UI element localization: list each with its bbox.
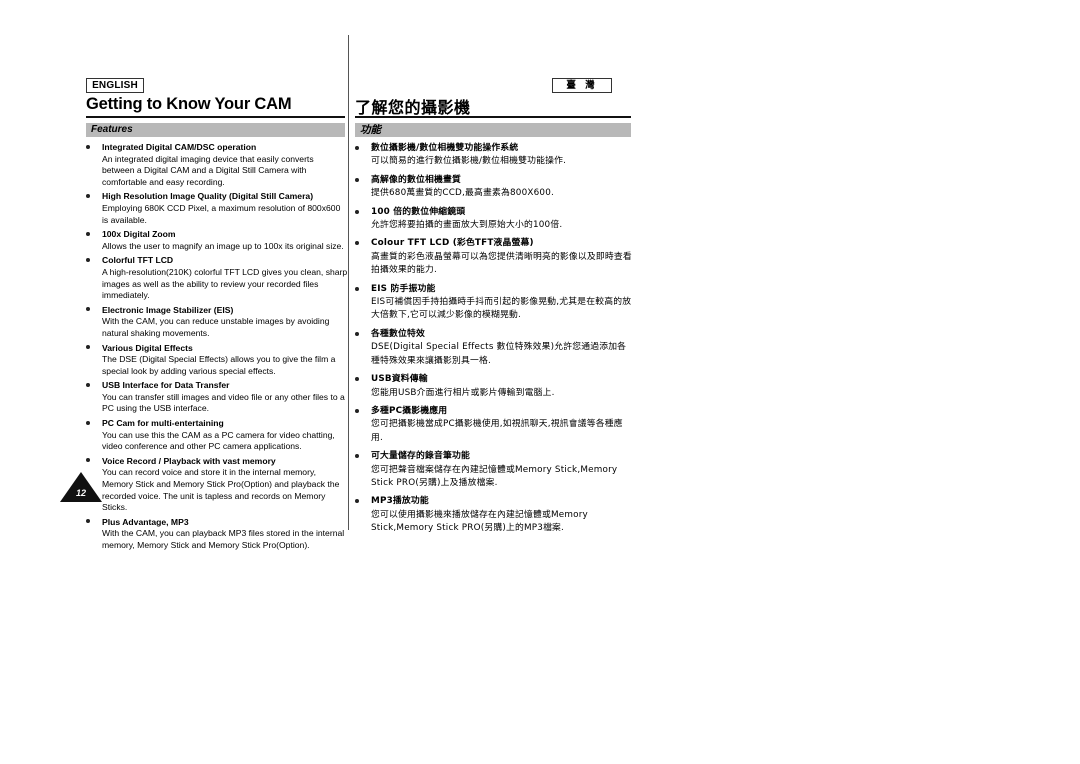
feature-zh-body: 您可把聲音檔案儲存在內建記憶體或Memory Stick,Memory Stic… xyxy=(371,464,618,488)
feature-zh-item: USB資料傳輸您能用USB介面進行相片或影片傳輸到電腦上. xyxy=(355,373,633,400)
page-title-english: Getting to Know Your CAM xyxy=(86,95,292,113)
feature-zh-item: 數位攝影機/數位相機雙功能操作系統可以簡易的進行數位攝影機/數位相機雙功能操作. xyxy=(355,142,633,169)
feature-en-item: PC Cam for multi-entertaining You can use… xyxy=(86,418,348,453)
bullet-icon xyxy=(355,241,359,246)
feature-zh-item: 高解像的數位相機畫質提供680萬畫質的CCD,最高畫素為800X600. xyxy=(355,174,633,201)
feature-en-item: Various Digital Effects The DSE (Digital … xyxy=(86,343,348,378)
feature-en-item: Colorful TFT LCD A high-resolution(210K) … xyxy=(86,255,348,301)
feature-zh-body: 提供680萬畫質的CCD,最高畫素為800X600. xyxy=(371,188,555,199)
feature-list-english: Integrated Digital CAM/DSC operation An i… xyxy=(86,142,348,555)
bullet-icon xyxy=(355,331,359,336)
title-rule-right xyxy=(355,116,631,118)
column-divider xyxy=(348,35,349,530)
feature-zh-body: 可以簡易的進行數位攝影機/數位相機雙功能操作. xyxy=(371,156,567,167)
feature-zh-title: 多種PC攝影機應用 xyxy=(371,405,448,416)
page-number-flag: 12 xyxy=(60,472,102,502)
feature-en-body: You can use this the CAM as a PC camera … xyxy=(102,429,335,452)
manual-page: ENGLISH 臺 灣 Getting to Know Your CAM 了解您… xyxy=(0,0,1080,764)
feature-en-title: Voice Record / Playback with vast memory xyxy=(102,455,276,466)
feature-en-body: You can record voice and store it in the… xyxy=(102,467,340,513)
feature-zh-item: EIS 防手振功能 EIS可補償因手持拍攝時手抖而引起的影像晃動,尤其是在較高的放… xyxy=(355,283,633,323)
feature-zh-title: 高解像的數位相機畫質 xyxy=(371,174,461,185)
feature-en-body: An integrated digital imaging device tha… xyxy=(102,153,314,187)
feature-zh-item: 可大量儲存的錄音筆功能您可把聲音檔案儲存在內建記憶體或Memory Stick,… xyxy=(355,450,633,490)
page-number: 12 xyxy=(75,488,86,498)
feature-zh-title: 各種數位特效 xyxy=(371,328,425,339)
feature-en-body: Allows the user to magnify an image up t… xyxy=(102,240,344,251)
feature-en-title: Electronic Image Stabilizer (EIS) xyxy=(102,304,234,315)
feature-en-body: With the CAM, you can reduce unstable im… xyxy=(102,316,330,338)
feature-en-title: 100x Digital Zoom xyxy=(102,229,176,240)
bullet-icon xyxy=(86,458,90,463)
feature-zh-title: EIS 防手振功能 xyxy=(371,283,436,294)
feature-zh-title: 數位攝影機/數位相機雙功能操作系統 xyxy=(371,143,519,153)
feature-en-item: Integrated Digital CAM/DSC operation An i… xyxy=(86,142,348,188)
feature-en-body: You can transfer still images and video … xyxy=(102,391,345,414)
feature-en-title: Plus Advantage, MP3 xyxy=(102,516,189,527)
bullet-icon xyxy=(355,177,359,182)
feature-zh-body: 高畫質的彩色液晶螢幕可以為您提供清晰明亮的影像以及即時查看拍攝效果的能力. xyxy=(371,251,632,276)
bullet-icon xyxy=(86,382,90,387)
bullet-icon xyxy=(86,144,90,149)
bullet-icon xyxy=(86,231,90,236)
feature-zh-title: MP3播放功能 xyxy=(371,496,429,507)
feature-en-item: USB Interface for Data Transfer You can t… xyxy=(86,380,348,415)
feature-zh-item: 各種數位特效 DSE(Digital Special Effects 數位特殊效果… xyxy=(355,328,633,368)
section-header-features: Features xyxy=(86,123,345,137)
page-title-chinese: 了解您的攝影機 xyxy=(355,98,471,117)
bullet-icon xyxy=(355,499,359,504)
bullet-icon xyxy=(86,420,90,425)
feature-zh-title: 100 倍的數位伸縮鏡頭 xyxy=(371,206,466,217)
feature-en-item: Electronic Image Stabilizer (EIS) With th… xyxy=(86,305,348,340)
feature-en-item: 100x Digital Zoom Allows the user to magn… xyxy=(86,229,348,252)
language-badge-taiwan: 臺 灣 xyxy=(552,78,612,93)
feature-en-body: With the CAM, you can playback MP3 files… xyxy=(102,528,345,550)
feature-zh-item: Colour TFT LCD (彩色TFT液晶螢幕) 高畫質的彩色液晶螢幕可以為您… xyxy=(355,237,633,277)
feature-zh-body: 您可把攝影機當成PC攝影機使用,如視訊聊天,視訊會議等各種應用. xyxy=(371,419,623,443)
feature-zh-item: 100 倍的數位伸縮鏡頭允許您將要拍攝的畫面放大到原始大小的100倍. xyxy=(355,206,633,233)
feature-en-title: PC Cam for multi-entertaining xyxy=(102,418,224,429)
feature-zh-item: 多種PC攝影機應用您可把攝影機當成PC攝影機使用,如視訊聊天,視訊會議等各種應用… xyxy=(355,405,633,445)
bullet-icon xyxy=(355,146,359,150)
bullet-icon xyxy=(355,286,359,291)
feature-en-body: A high-resolution(210K) colorful TFT LCD… xyxy=(102,266,348,301)
feature-en-body: Employing 680K CCD Pixel, a maximum reso… xyxy=(102,202,341,225)
bullet-icon xyxy=(86,307,90,312)
feature-en-title: Various Digital Effects xyxy=(102,342,193,353)
bullet-icon xyxy=(355,454,359,459)
bullet-icon xyxy=(355,408,359,413)
feature-en-item: High Resolution Image Quality (Digital S… xyxy=(86,191,348,226)
feature-zh-body: 您可以使用攝影機來播放儲存在內建記憶體或Memory Stick,Memory … xyxy=(371,509,588,534)
feature-zh-title: 可大量儲存的錄音筆功能 xyxy=(371,451,470,462)
bullet-icon xyxy=(86,257,90,262)
feature-zh-body: DSE(Digital Special Effects 數位特殊效果)允許您通過… xyxy=(371,342,627,366)
feature-zh-body: 您能用USB介面進行相片或影片傳輸到電腦上. xyxy=(371,387,555,398)
bullet-icon xyxy=(355,209,359,214)
feature-en-item: Voice Record / Playback with vast memory… xyxy=(86,456,348,514)
bullet-icon xyxy=(86,193,90,198)
feature-zh-title: USB資料傳輸 xyxy=(371,374,428,385)
feature-zh-item: MP3播放功能您可以使用攝影機來播放儲存在內建記憶體或Memory Stick,… xyxy=(355,495,633,535)
bullet-icon xyxy=(355,377,359,382)
feature-en-body: The DSE (Digital Special Effects) allows… xyxy=(102,354,336,376)
feature-en-title: Integrated Digital CAM/DSC operation xyxy=(102,142,257,152)
feature-zh-body: 允許您將要拍攝的畫面放大到原始大小的100倍. xyxy=(371,220,563,231)
feature-zh-body: EIS可補償因手持拍攝時手抖而引起的影像晃動,尤其是在較高的放大倍數下,它可以減… xyxy=(371,297,632,321)
feature-en-title: Colorful TFT LCD xyxy=(102,255,174,266)
feature-en-title: High Resolution Image Quality (Digital S… xyxy=(102,191,314,202)
feature-zh-title: Colour TFT LCD (彩色TFT液晶螢幕) xyxy=(371,238,534,249)
feature-en-item: Plus Advantage, MP3 With the CAM, you can… xyxy=(86,517,348,552)
bullet-icon xyxy=(86,345,90,349)
section-header-features-chinese: 功能 xyxy=(355,123,631,137)
title-rule-left xyxy=(86,116,345,118)
language-badge-english: ENGLISH xyxy=(86,78,144,93)
feature-list-chinese: 數位攝影機/數位相機雙功能操作系統可以簡易的進行數位攝影機/數位相機雙功能操作.… xyxy=(355,142,633,541)
feature-en-title: USB Interface for Data Transfer xyxy=(102,380,230,391)
bullet-icon xyxy=(86,519,90,524)
